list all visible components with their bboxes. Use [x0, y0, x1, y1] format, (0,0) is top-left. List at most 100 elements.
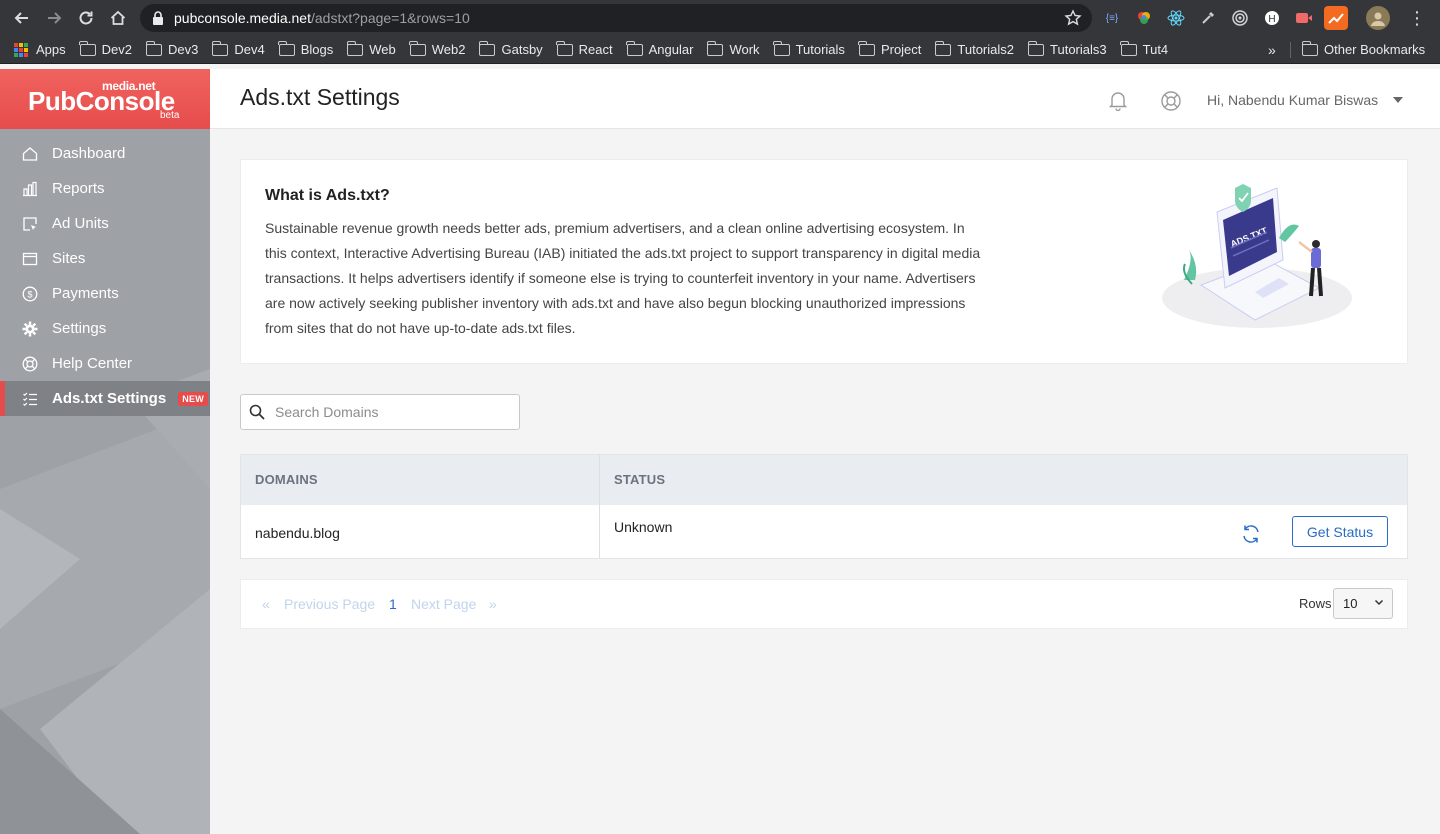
apps-grid-icon — [14, 42, 28, 57]
bookmark-label: Work — [729, 42, 760, 57]
bookmark-label: Web — [369, 42, 396, 57]
lock-icon — [153, 11, 163, 25]
trend-extension-icon[interactable] — [1324, 6, 1348, 30]
bookmark-folder[interactable]: Tutorials2 — [934, 40, 1015, 57]
bookmark-folder[interactable]: Web — [346, 40, 396, 57]
bookmark-label: Tutorials — [795, 42, 845, 57]
folder-icon — [79, 40, 96, 56]
last-page-button[interactable]: » — [489, 596, 497, 612]
bookmark-apps[interactable]: Apps — [14, 42, 66, 57]
lifebuoy-icon — [22, 356, 38, 372]
back-icon[interactable] — [6, 0, 38, 36]
profile-avatar-icon[interactable] — [1366, 6, 1390, 30]
bookmark-label: Tutorials3 — [1050, 42, 1107, 57]
bookmark-star-icon[interactable] — [1064, 9, 1082, 27]
ad-unit-icon — [22, 216, 38, 232]
bookmark-folder[interactable]: Blogs — [278, 40, 334, 57]
home-button-icon[interactable] — [102, 0, 134, 36]
browser-menu-icon[interactable]: ⋮ — [1408, 8, 1426, 28]
rows-per-page-select[interactable]: 10 — [1333, 588, 1393, 619]
bookmark-folder[interactable]: React — [556, 40, 613, 57]
column-header-status[interactable]: STATUS — [614, 472, 665, 487]
bookmark-label: Gatsby — [501, 42, 543, 57]
next-page-button[interactable]: Next Page — [411, 596, 476, 612]
json-extension-icon[interactable]: {≡} — [1100, 6, 1124, 30]
sidebar-item-label: Ads.txt Settings — [52, 390, 167, 407]
folder-icon — [858, 40, 875, 56]
sidebar-item-ads-txt-settings[interactable]: Ads.txt Settings NEW — [0, 381, 210, 416]
bookmark-folder[interactable]: Gatsby — [478, 40, 543, 57]
lifebuoy-icon[interactable] — [1160, 90, 1182, 112]
bookmark-label: Web2 — [431, 42, 466, 57]
color-picker-extension-icon[interactable] — [1132, 6, 1156, 30]
sidebar-item-label: Reports — [52, 180, 105, 197]
sidebar-item-settings[interactable]: Settings — [0, 311, 210, 346]
info-title: What is Ads.txt? — [265, 187, 390, 204]
sidebar-item-label: Sites — [52, 250, 86, 267]
ads-txt-info-card: What is Ads.txt? Sustainable revenue gro… — [240, 159, 1408, 364]
address-bar[interactable]: pubconsole.media.net/adstxt?page=1&rows=… — [140, 4, 1092, 32]
sidebar-item-help-center[interactable]: Help Center — [0, 346, 210, 381]
bookmark-folder[interactable]: Tut4 — [1120, 40, 1169, 57]
gear-icon — [22, 321, 38, 337]
bookmarks-divider — [1290, 42, 1291, 58]
first-page-button[interactable]: « — [262, 596, 270, 612]
bookmark-folder[interactable]: Tutorials3 — [1027, 40, 1107, 57]
bookmark-folder[interactable]: Angular — [626, 40, 694, 57]
sidebar-item-sites[interactable]: Sites — [0, 241, 210, 276]
brand-logo[interactable]: media.net PubConsole beta — [0, 69, 210, 129]
bell-icon[interactable] — [1107, 89, 1129, 111]
sidebar-item-ad-units[interactable]: Ad Units — [0, 206, 210, 241]
bookmark-label: Angular — [648, 42, 694, 57]
refresh-icon[interactable] — [1240, 523, 1262, 545]
sidebar-item-payments[interactable]: $ Payments — [0, 276, 210, 311]
bookmark-label: Blogs — [300, 42, 334, 57]
bookmark-folder[interactable]: Project — [858, 40, 921, 57]
get-status-button[interactable]: Get Status — [1292, 516, 1388, 547]
bookmark-other-folder[interactable]: Other Bookmarks — [1301, 40, 1425, 57]
folder-icon — [145, 40, 162, 56]
sidebar-item-dashboard[interactable]: Dashboard — [0, 136, 210, 171]
bookmark-folder[interactable]: Dev2 — [79, 40, 132, 57]
folder-icon — [346, 40, 364, 56]
folder-icon — [706, 40, 724, 56]
bookmark-label: Tutorials2 — [957, 42, 1015, 57]
previous-page-button[interactable]: Previous Page — [284, 596, 375, 612]
bookmark-label: Tut4 — [1142, 42, 1169, 57]
react-devtools-icon[interactable] — [1164, 6, 1188, 30]
current-page-number[interactable]: 1 — [389, 596, 397, 612]
folder-icon — [1301, 40, 1318, 56]
screen-recorder-extension-icon[interactable] — [1292, 6, 1316, 30]
brand-product-name: PubConsole — [28, 86, 175, 116]
target-extension-icon[interactable] — [1228, 6, 1252, 30]
bookmark-folder[interactable]: Work — [706, 40, 760, 57]
eyedropper-extension-icon[interactable] — [1196, 6, 1220, 30]
chevron-down-icon[interactable] — [1393, 97, 1403, 103]
sidebar-item-label: Dashboard — [52, 145, 126, 162]
ads-txt-illustration: ADS.TXT — [1162, 184, 1352, 328]
bookmark-folder[interactable]: Dev4 — [211, 40, 265, 57]
bookmark-folder[interactable]: Dev3 — [145, 40, 198, 57]
user-menu[interactable]: Hi, Nabendu Kumar Biswas — [1207, 92, 1378, 108]
reload-icon[interactable] — [70, 0, 102, 36]
rows-label: Rows — [1299, 596, 1332, 611]
column-header-domains[interactable]: DOMAINS — [255, 472, 318, 487]
bookmark-label: Dev2 — [101, 42, 132, 57]
new-badge: NEW — [178, 391, 209, 406]
sidebar-menu: Dashboard Reports Ad Units Sites $ Payme… — [0, 136, 210, 416]
bookmark-folder[interactable]: Web2 — [409, 40, 466, 57]
folder-icon — [478, 40, 496, 56]
search-domains-field[interactable] — [240, 394, 520, 430]
sidebar-item-reports[interactable]: Reports — [0, 171, 210, 206]
bookmark-label: Apps — [36, 42, 66, 57]
brand-beta-tag: beta — [160, 110, 180, 121]
forward-icon[interactable] — [38, 0, 70, 36]
url-path: /adstxt?page=1&rows=10 — [311, 10, 470, 26]
page-title: Ads.txt Settings — [240, 84, 400, 110]
bookmark-folder[interactable]: Tutorials — [773, 40, 845, 57]
hash-extension-icon[interactable]: H — [1260, 6, 1284, 30]
folder-icon — [278, 40, 295, 56]
dollar-circle-icon: $ — [22, 286, 38, 302]
bookmarks-overflow-button[interactable]: » — [1268, 42, 1276, 58]
search-domains-input[interactable] — [275, 404, 495, 420]
